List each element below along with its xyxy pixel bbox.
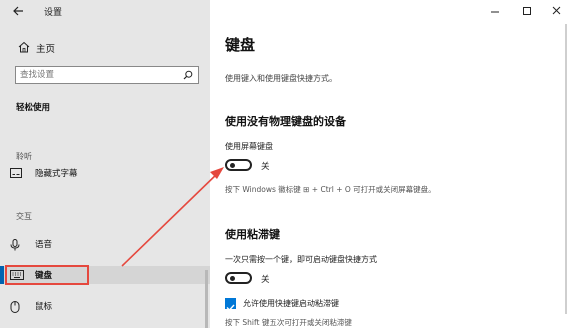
sidebar: 设置 主页 轻松使用 聆听 隐藏式字幕 交互 语音 bbox=[0, 0, 210, 328]
home-icon bbox=[18, 41, 30, 53]
page-description: 使用键入和使用键盘快捷方式。 bbox=[225, 74, 337, 83]
maximize-icon bbox=[523, 7, 531, 15]
microphone-icon bbox=[10, 239, 20, 251]
closed-captions-icon bbox=[10, 168, 22, 178]
title-bar: 设置 bbox=[0, 0, 210, 22]
minimize-icon bbox=[491, 11, 499, 13]
back-arrow-icon[interactable] bbox=[12, 5, 24, 17]
sidebar-item-speech[interactable]: 语音 bbox=[0, 235, 210, 253]
sticky-keys-shortcut-label: 允许使用快捷键启动粘滞键 bbox=[243, 299, 339, 308]
window-title: 设置 bbox=[44, 8, 63, 18]
sidebar-item-closed-captions[interactable]: 隐藏式字幕 bbox=[0, 164, 210, 182]
search-input[interactable] bbox=[20, 68, 170, 82]
sidebar-item-home[interactable]: 主页 bbox=[18, 39, 198, 55]
sticky-keys-toggle-state: 关 bbox=[261, 275, 270, 285]
search-box[interactable] bbox=[15, 66, 199, 84]
sticky-keys-toggle[interactable] bbox=[225, 272, 252, 284]
onscreen-keyboard-toggle-state: 关 bbox=[261, 162, 270, 172]
section-heading-sticky-keys: 使用粘滞键 bbox=[225, 228, 280, 241]
close-button[interactable] bbox=[548, 3, 566, 17]
window-controls bbox=[470, 0, 570, 22]
search-icon[interactable] bbox=[183, 70, 193, 80]
sidebar-item-label: 鼠标 bbox=[35, 302, 53, 312]
close-icon bbox=[552, 6, 561, 15]
selection-indicator bbox=[0, 266, 4, 284]
sidebar-item-label: 隐藏式字幕 bbox=[35, 169, 78, 179]
onscreen-keyboard-label: 使用屏幕键盘 bbox=[225, 142, 273, 151]
content-scrollbar[interactable] bbox=[565, 24, 567, 314]
onscreen-keyboard-toggle[interactable] bbox=[225, 159, 252, 171]
checkmark-icon bbox=[226, 304, 235, 312]
sticky-keys-hint: 按下 Shift 键五次可打开或关闭粘滞键 bbox=[225, 318, 352, 327]
toggle-knob bbox=[230, 163, 235, 168]
group-label-hearing: 聆听 bbox=[16, 152, 32, 161]
onscreen-keyboard-hint: 按下 Windows 徽标键 ⊞ + Ctrl + O 可打开或关闭屏幕键盘。 bbox=[225, 185, 436, 194]
sticky-keys-shortcut-checkbox[interactable] bbox=[225, 298, 236, 312]
sticky-keys-label: 一次只需按一个键，即可启动键盘快捷方式 bbox=[225, 255, 377, 264]
toggle-knob bbox=[230, 276, 235, 281]
group-label-interaction: 交互 bbox=[16, 212, 32, 221]
minimize-button[interactable] bbox=[486, 3, 504, 17]
highlight-box bbox=[5, 265, 89, 285]
page-title: 键盘 bbox=[225, 36, 256, 54]
sidebar-section-title: 轻松使用 bbox=[16, 103, 51, 113]
sidebar-scrollbar[interactable] bbox=[205, 270, 208, 328]
mouse-icon bbox=[10, 301, 20, 313]
sidebar-item-label: 语音 bbox=[35, 240, 53, 250]
maximize-button[interactable] bbox=[518, 3, 536, 17]
home-label: 主页 bbox=[36, 44, 56, 55]
main-content: 键盘 使用键入和使用键盘快捷方式。 使用没有物理键盘的设备 使用屏幕键盘 关 按… bbox=[210, 0, 570, 328]
section-heading-onscreen-keyboard: 使用没有物理键盘的设备 bbox=[225, 115, 346, 128]
sidebar-item-mouse[interactable]: 鼠标 bbox=[0, 297, 210, 315]
